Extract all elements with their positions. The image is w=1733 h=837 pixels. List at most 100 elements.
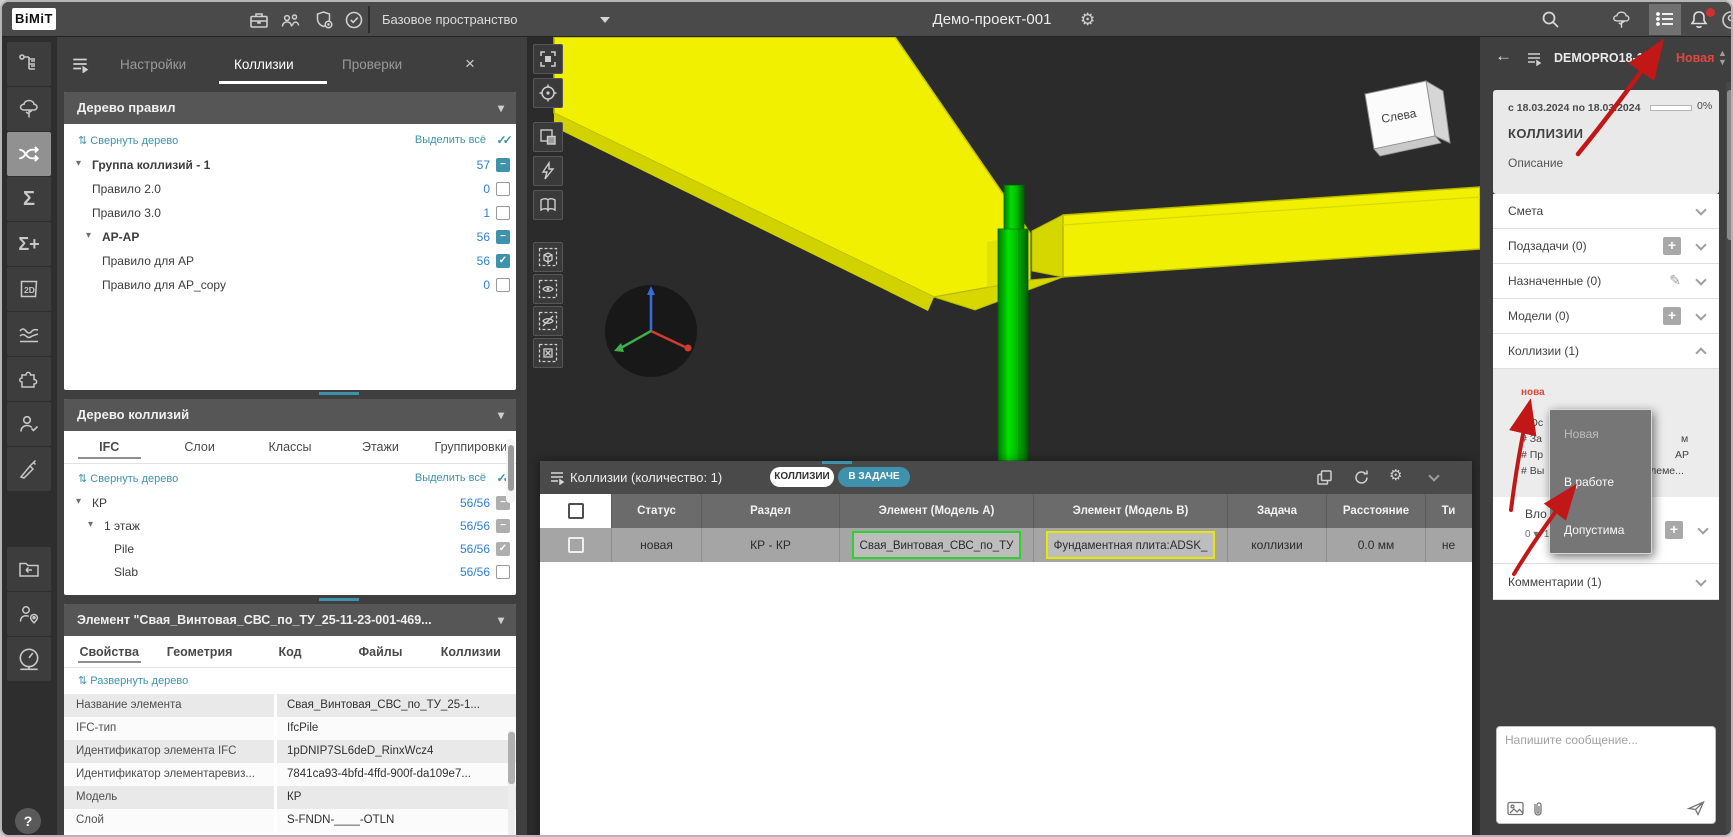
collisions-shuffle-icon[interactable]: [7, 132, 51, 176]
col-section[interactable]: Раздел: [702, 494, 840, 528]
chevron-down-icon[interactable]: [1695, 239, 1706, 250]
chevron-down-icon[interactable]: [1695, 575, 1706, 586]
collision-node[interactable]: ▾ КР 56/56 −: [64, 492, 516, 515]
props-scrollbar[interactable]: [508, 730, 515, 837]
edit-pencil-icon[interactable]: ✎: [1669, 272, 1681, 289]
close-icon[interactable]: ×: [465, 54, 475, 74]
check-circle-icon[interactable]: [343, 9, 365, 31]
col-status[interactable]: Статус: [612, 494, 702, 528]
section-estimate[interactable]: Смета: [1493, 194, 1719, 229]
rule-node[interactable]: Правило 2.0 0: [64, 178, 516, 202]
select-all-cell[interactable]: [540, 494, 612, 528]
chevron-down-icon[interactable]: [1695, 204, 1706, 215]
expander-icon[interactable]: ▾: [86, 230, 91, 241]
collisions-pill-button[interactable]: КОЛЛИЗИИ: [770, 467, 834, 487]
search-icon[interactable]: [1540, 9, 1561, 30]
axis-gizmo[interactable]: [605, 285, 697, 377]
expand-tree-link[interactable]: ⇅ Развернуть дерево: [78, 674, 188, 687]
show-selected-button[interactable]: [533, 274, 563, 304]
rule-node[interactable]: Правило для АР 56 ✓: [64, 250, 516, 274]
checkbox-empty[interactable]: [496, 182, 510, 196]
model-structure-icon[interactable]: [7, 42, 51, 86]
checkbox-indeterminate[interactable]: −: [496, 519, 510, 533]
panel-menu-icon[interactable]: [71, 55, 89, 73]
sigma-plus-icon[interactable]: Σ+: [7, 222, 51, 266]
message-input[interactable]: [1505, 733, 1705, 793]
select-all-check-icon[interactable]: ✓✓: [497, 133, 508, 147]
user-check-icon[interactable]: [7, 402, 51, 446]
column-green[interactable]: [998, 229, 1028, 461]
send-icon[interactable]: [1687, 800, 1705, 816]
collapse-tree-link[interactable]: ⇅ Свернуть дерево: [78, 134, 178, 147]
rule-node[interactable]: ▾ Группа коллизий - 1 57 −: [64, 154, 516, 178]
lightning-button[interactable]: [533, 156, 563, 186]
project-settings-gear-icon[interactable]: ⚙: [1080, 2, 1095, 37]
checkbox-empty[interactable]: [496, 206, 510, 220]
panel-scrollbar[interactable]: [506, 439, 515, 503]
section-models[interactable]: Модели (0) +: [1493, 299, 1719, 334]
checkbox-empty[interactable]: [496, 278, 510, 292]
rule-node[interactable]: Правило для АР_copy 0: [64, 274, 516, 298]
task-description-label[interactable]: Описание: [1508, 156, 1563, 170]
tree-icon[interactable]: [7, 87, 51, 131]
workspace-caret-icon[interactable]: [600, 17, 610, 23]
tab-properties[interactable]: Свойства: [64, 636, 154, 667]
panel-list-button[interactable]: [1649, 4, 1681, 35]
clipped-user-icon[interactable]: [1720, 9, 1733, 31]
collapse-section-icon[interactable]: ▾: [498, 604, 504, 636]
briefcase-icon[interactable]: [248, 9, 270, 31]
bimit-logo[interactable]: BiMiT: [12, 8, 56, 30]
attach-image-icon[interactable]: [1507, 801, 1524, 816]
help-button[interactable]: ?: [15, 808, 41, 834]
splitter-handle[interactable]: [319, 392, 359, 395]
tab-collisions-el[interactable]: Коллизии: [426, 636, 516, 667]
col-type[interactable]: Ти: [1426, 494, 1471, 528]
checkbox-empty[interactable]: [496, 565, 510, 579]
tab-layers[interactable]: Слои: [154, 431, 244, 463]
collision-tree-header[interactable]: Дерево коллизий ▾: [64, 399, 516, 431]
collision-node[interactable]: Pile 56/56 ✓: [64, 538, 516, 561]
gauge-icon[interactable]: [7, 637, 51, 681]
back-arrow-icon[interactable]: ←: [1495, 46, 1512, 66]
beam-yellow-left[interactable]: [554, 37, 1030, 297]
add-subtask-button[interactable]: +: [1663, 237, 1681, 255]
cell-element-a[interactable]: Свая_Винтовая_СВС_по_ТУ: [840, 528, 1034, 562]
user-location-icon[interactable]: [7, 592, 51, 636]
doc-2d-icon[interactable]: 2D: [7, 267, 51, 311]
collapse-tree-link[interactable]: ⇅ Свернуть дерево: [78, 472, 178, 485]
checkbox-checked[interactable]: ✓: [496, 254, 510, 268]
select-all-link[interactable]: Выделить всё: [415, 472, 486, 484]
tab-code[interactable]: Код: [245, 636, 335, 667]
table-menu-icon[interactable]: [549, 469, 565, 485]
tab-classes[interactable]: Классы: [245, 431, 335, 463]
row-checkbox[interactable]: [568, 537, 584, 553]
section-plane-button[interactable]: [533, 122, 563, 152]
section-book-button[interactable]: [533, 190, 563, 220]
clear-selection-button[interactable]: [533, 338, 563, 368]
col-task[interactable]: Задача: [1228, 494, 1327, 528]
collapse-table-icon[interactable]: [1428, 470, 1439, 481]
tab-floors[interactable]: Этажи: [335, 431, 425, 463]
trowel-icon[interactable]: [7, 447, 51, 491]
checkbox-indeterminate[interactable]: −: [496, 158, 510, 172]
tab-geometry[interactable]: Геометрия: [154, 636, 244, 667]
col-distance[interactable]: Расстояние: [1327, 494, 1426, 528]
expander-icon[interactable]: ▾: [76, 496, 81, 507]
select-all-link[interactable]: Выделить всё: [415, 134, 486, 146]
graphs-icon[interactable]: [7, 312, 51, 356]
add-model-button[interactable]: +: [1663, 307, 1681, 325]
tab-files[interactable]: Файлы: [335, 636, 425, 667]
section-collisions[interactable]: Коллизии (1): [1493, 334, 1719, 369]
table-settings-gear-icon[interactable]: ⚙: [1389, 466, 1402, 484]
rule-node[interactable]: Правило 3.0 1: [64, 202, 516, 226]
nav-cube[interactable]: Слева: [1365, 81, 1450, 156]
tab-checks[interactable]: Проверки: [342, 37, 402, 92]
section-subtasks[interactable]: Подзадачи (0) +: [1493, 229, 1719, 264]
section-comments[interactable]: Комментарии (1): [1493, 564, 1719, 600]
focus-target-button[interactable]: [533, 78, 563, 108]
hide-selected-button[interactable]: [533, 306, 563, 336]
element-header[interactable]: Элемент "Свая_Винтовая_СВС_по_ТУ_25-11-2…: [64, 604, 516, 636]
status-option-in-progress[interactable]: В работе: [1550, 458, 1651, 506]
project-tree-icon[interactable]: [1610, 9, 1633, 31]
sigma-icon[interactable]: Σ: [7, 177, 51, 221]
